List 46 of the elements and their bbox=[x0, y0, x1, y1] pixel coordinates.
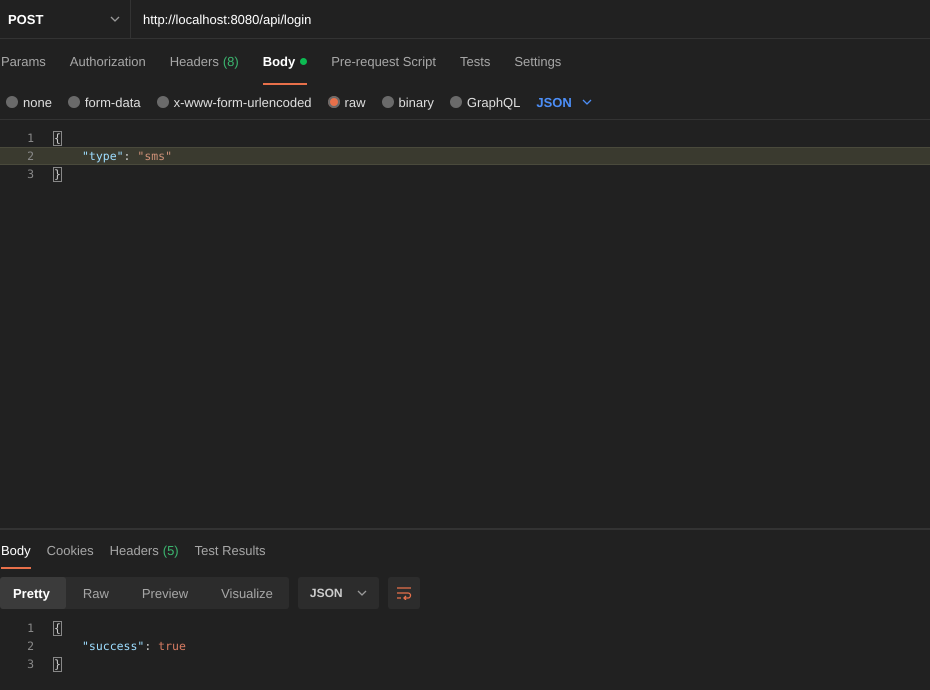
body-type-radio[interactable]: binary bbox=[382, 94, 434, 110]
line-number: 2 bbox=[26, 149, 34, 163]
wrap-lines-icon bbox=[396, 586, 412, 600]
chevron-down-icon bbox=[582, 99, 592, 105]
request-tab[interactable]: Tests bbox=[460, 39, 490, 85]
view-mode-tab[interactable]: Visualize bbox=[204, 577, 289, 609]
response-tab[interactable]: Headers (5) bbox=[110, 533, 179, 569]
json-key: "success" bbox=[82, 639, 144, 653]
colon-text: : bbox=[144, 639, 152, 653]
line-number: 3 bbox=[26, 657, 34, 671]
json-key: "type" bbox=[82, 149, 124, 163]
chevron-down-icon bbox=[356, 590, 367, 596]
response-tab[interactable]: Cookies bbox=[46, 533, 94, 569]
method-dropdown[interactable]: POST bbox=[0, 0, 131, 38]
body-type-radio[interactable]: form-data bbox=[68, 94, 141, 110]
request-tab[interactable]: Settings bbox=[514, 39, 562, 85]
format-dropdown[interactable]: JSON bbox=[298, 577, 379, 609]
request-tab[interactable]: Pre-request Script bbox=[331, 39, 436, 85]
wrap-lines-button[interactable] bbox=[388, 577, 420, 609]
request-tab[interactable]: Authorization bbox=[70, 39, 146, 85]
response-tab[interactable]: Test Results bbox=[194, 533, 266, 569]
view-mode-tab[interactable]: Preview bbox=[124, 577, 204, 609]
request-tab[interactable]: Params bbox=[1, 39, 46, 85]
view-mode-tab[interactable]: Raw bbox=[66, 577, 125, 609]
bracket-text: } bbox=[54, 658, 61, 670]
body-type-radio[interactable]: x-www-form-urlencoded bbox=[156, 94, 312, 110]
format-dropdown[interactable]: JSON bbox=[536, 94, 592, 110]
line-number: 2 bbox=[26, 639, 34, 653]
body-type-radio[interactable]: none bbox=[6, 94, 52, 110]
json-value: true bbox=[158, 639, 186, 653]
url-field[interactable]: http://localhost:8080/api/login bbox=[131, 0, 930, 38]
request-tab[interactable]: Body bbox=[262, 39, 308, 85]
line-number: 3 bbox=[26, 167, 34, 181]
body-type-radio[interactable]: GraphQL bbox=[450, 94, 520, 110]
body-type-radio[interactable]: raw bbox=[328, 94, 366, 110]
line-number: 1 bbox=[26, 131, 34, 145]
bracket-text: { bbox=[54, 132, 61, 144]
json-string: "sms" bbox=[137, 149, 172, 163]
view-mode-tab[interactable]: Pretty bbox=[0, 577, 66, 609]
response-tab[interactable]: Body bbox=[1, 533, 31, 569]
chevron-down-icon bbox=[110, 16, 120, 22]
request-tab[interactable]: Headers (8) bbox=[170, 39, 239, 85]
bracket-text: { bbox=[54, 622, 61, 634]
line-number: 1 bbox=[26, 621, 34, 635]
bracket-text: } bbox=[54, 168, 61, 180]
colon-text: : bbox=[124, 149, 132, 163]
